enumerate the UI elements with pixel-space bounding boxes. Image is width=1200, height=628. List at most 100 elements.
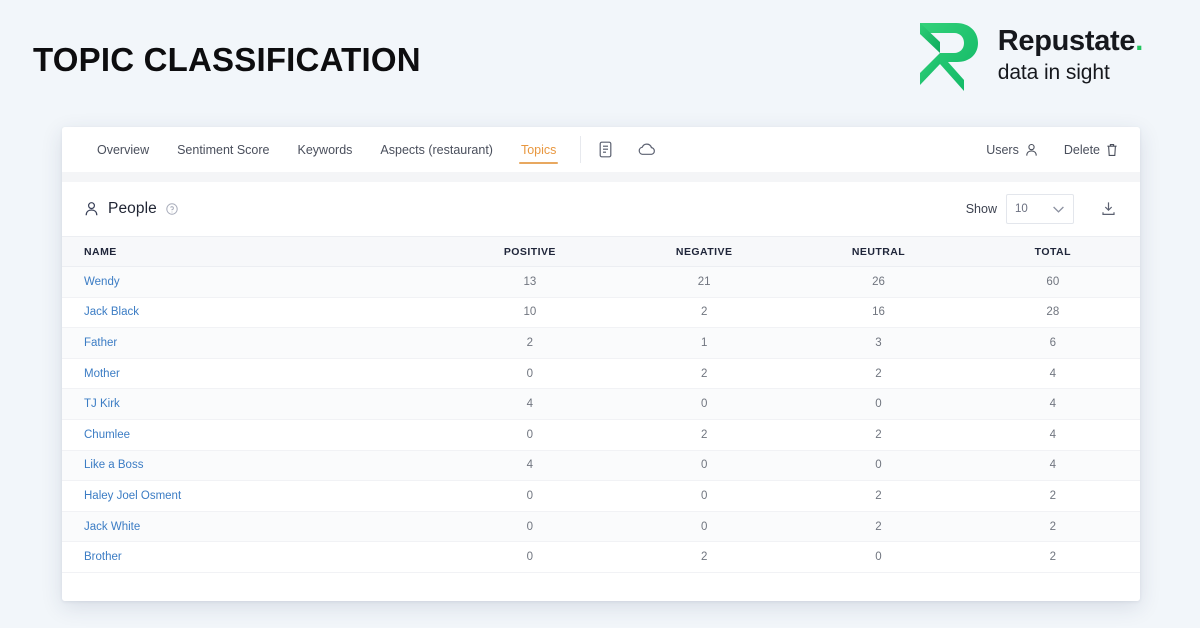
row-name-link[interactable]: TJ Kirk — [62, 388, 443, 420]
row-positive: 0 — [442, 480, 618, 512]
row-total: 4 — [965, 388, 1140, 420]
row-negative: 0 — [617, 388, 792, 420]
row-name-link[interactable]: Father — [62, 327, 443, 359]
tabbar-content-separator — [62, 172, 1140, 182]
table-body: Wendy 13 21 26 60 Jack Black 10 2 16 28 … — [62, 266, 1140, 573]
row-neutral: 2 — [791, 419, 966, 451]
row-positive: 0 — [442, 358, 618, 390]
row-name-link[interactable]: Wendy — [62, 266, 443, 298]
row-positive: 4 — [442, 388, 618, 420]
row-neutral: 2 — [791, 358, 966, 390]
help-circle-icon[interactable] — [166, 203, 178, 215]
row-neutral: 0 — [791, 450, 966, 482]
row-positive: 0 — [442, 511, 618, 543]
row-neutral: 0 — [791, 541, 966, 573]
delete-button[interactable]: Delete — [1064, 143, 1118, 157]
row-total: 4 — [965, 450, 1140, 482]
row-positive: 0 — [442, 541, 618, 573]
table-row: Wendy 13 21 26 60 — [62, 266, 1140, 298]
row-name-link[interactable]: Jack Black — [62, 297, 443, 329]
icon-tab-group — [581, 127, 657, 172]
row-positive: 4 — [442, 450, 618, 482]
table-header-row: NAME POSITIVE NEGATIVE NEUTRAL TOTAL — [62, 236, 1140, 267]
table-row: Like a Boss 4 0 0 4 — [62, 450, 1140, 482]
row-neutral: 26 — [791, 266, 966, 298]
table-row: TJ Kirk 4 0 0 4 — [62, 388, 1140, 420]
table-row: Mother 0 2 2 4 — [62, 358, 1140, 390]
row-total: 6 — [965, 327, 1140, 359]
logo-tagline: data in sight — [997, 60, 1110, 84]
row-negative: 0 — [617, 511, 792, 543]
row-name-link[interactable]: Jack White — [62, 511, 443, 543]
row-negative: 0 — [617, 450, 792, 482]
column-header-total[interactable]: TOTAL — [965, 236, 1140, 267]
panel-header-controls: Show 10 — [966, 194, 1118, 224]
row-total: 2 — [965, 480, 1140, 512]
show-label: Show — [965, 202, 997, 216]
row-total: 28 — [965, 297, 1140, 329]
tab-bar-actions: Users Delete — [986, 127, 1140, 172]
row-positive: 10 — [442, 297, 618, 329]
repustate-logo: Repustate. data in sight — [918, 20, 1143, 92]
report-icon[interactable] — [595, 140, 615, 160]
row-neutral: 16 — [791, 297, 966, 329]
page-title: TOPIC CLASSIFICATION — [33, 41, 421, 78]
row-total: 60 — [965, 266, 1140, 298]
row-name-link[interactable]: Mother — [62, 358, 443, 390]
show-rows-control: Show 10 — [966, 194, 1074, 224]
content-panel: People Show 10 NAME POSITIVE NEGATIVE NE… — [62, 182, 1140, 601]
panel-title: People — [108, 200, 157, 217]
logo-name: Repustate. — [997, 25, 1144, 58]
tab-aspects-restaurant[interactable]: Aspects (restaurant) — [366, 127, 507, 172]
row-total: 2 — [965, 511, 1140, 543]
column-header-neutral[interactable]: NEUTRAL — [791, 236, 966, 267]
column-header-name[interactable]: NAME — [62, 236, 443, 267]
table-row: Jack Black 10 2 16 28 — [62, 297, 1140, 329]
trash-icon — [1107, 143, 1117, 156]
row-positive: 13 — [442, 266, 618, 298]
rows-per-page-value: 10 — [1015, 203, 1028, 215]
row-neutral: 0 — [791, 388, 966, 420]
topics-table: NAME POSITIVE NEGATIVE NEUTRAL TOTAL Wen… — [62, 236, 1140, 573]
rows-per-page-select[interactable]: 10 — [1006, 194, 1074, 224]
row-neutral: 3 — [791, 327, 966, 359]
column-header-positive[interactable]: POSITIVE — [442, 236, 618, 267]
row-name-link[interactable]: Brother — [62, 541, 443, 573]
row-negative: 1 — [617, 327, 792, 359]
row-neutral: 2 — [791, 511, 966, 543]
panel-title-group: People — [84, 200, 178, 218]
repustate-r-mark-icon — [919, 23, 978, 91]
table-row: Father 2 1 3 6 — [62, 327, 1140, 359]
table-row: Chumlee 0 2 2 4 — [62, 419, 1140, 451]
row-name-link[interactable]: Like a Boss — [62, 450, 443, 482]
tab-topics[interactable]: Topics — [507, 127, 570, 172]
row-negative: 2 — [617, 297, 792, 329]
tab-sentiment-score[interactable]: Sentiment Score — [163, 127, 283, 172]
tab-overview[interactable]: Overview — [83, 127, 163, 172]
row-positive: 2 — [442, 327, 618, 359]
table-row: Brother 0 2 0 2 — [62, 541, 1140, 573]
page-banner: TOPIC CLASSIFICATION Repustate. data in … — [0, 0, 1200, 112]
table-row: Jack White 0 0 2 2 — [62, 511, 1140, 543]
table-head: NAME POSITIVE NEGATIVE NEUTRAL TOTAL — [62, 236, 1140, 267]
tab-keywords[interactable]: Keywords — [284, 127, 367, 172]
row-total: 2 — [965, 541, 1140, 573]
row-negative: 2 — [617, 541, 792, 573]
tab-list: Overview Sentiment Score Keywords Aspect… — [62, 127, 570, 172]
cloud-icon[interactable] — [637, 140, 657, 160]
app-window-card: Overview Sentiment Score Keywords Aspect… — [62, 127, 1140, 601]
chevron-down-icon — [1052, 205, 1065, 214]
users-button[interactable]: Users — [986, 143, 1038, 157]
column-header-negative[interactable]: NEGATIVE — [617, 236, 792, 267]
row-name-link[interactable]: Haley Joel Osment — [62, 480, 443, 512]
repustate-wordmark: Repustate. data in sight — [997, 25, 1144, 85]
row-name-link[interactable]: Chumlee — [62, 419, 443, 451]
panel-header: People Show 10 — [62, 182, 1140, 236]
row-negative: 0 — [617, 480, 792, 512]
table-row: Haley Joel Osment 0 0 2 2 — [62, 480, 1140, 512]
person-icon — [85, 202, 98, 216]
row-negative: 2 — [617, 358, 792, 390]
user-icon — [1026, 143, 1037, 156]
download-icon[interactable] — [1098, 199, 1118, 219]
row-total: 4 — [965, 419, 1140, 451]
